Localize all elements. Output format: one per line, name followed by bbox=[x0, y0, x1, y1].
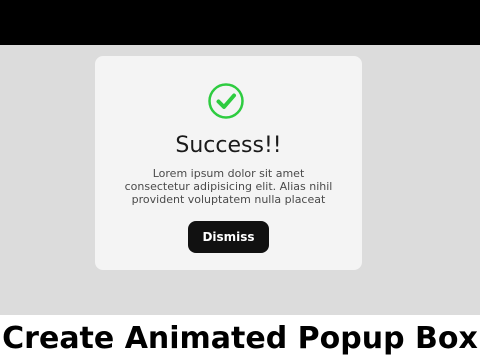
popup-title: Success!! bbox=[175, 133, 282, 158]
video-caption: Create Animated Popup Box bbox=[0, 315, 480, 361]
success-popup: Success!! Lorem ipsum dolor sit amet con… bbox=[95, 56, 362, 270]
popup-message: Lorem ipsum dolor sit amet consectetur a… bbox=[124, 167, 333, 206]
dismiss-button[interactable]: Dismiss bbox=[188, 221, 269, 253]
check-circle-icon bbox=[208, 83, 244, 119]
preview-area: Success!! Lorem ipsum dolor sit amet con… bbox=[0, 45, 480, 361]
